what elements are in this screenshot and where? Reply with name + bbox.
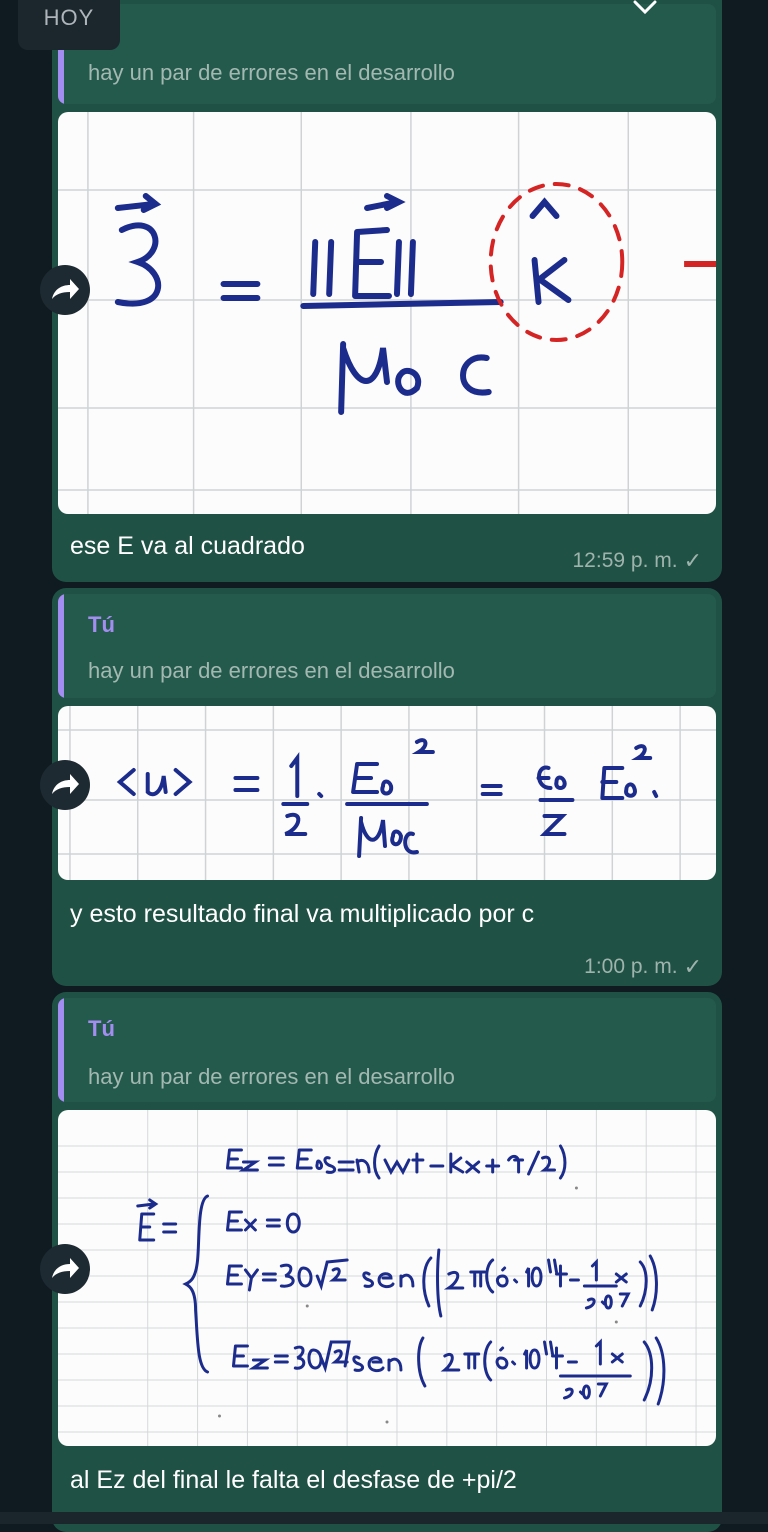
- quote-text: hay un par de errores en el desarrollo: [88, 1064, 455, 1089]
- quote-text: hay un par de errores en el desarrollo: [88, 658, 455, 683]
- forward-arrow-icon: [52, 774, 79, 794]
- quoted-reply[interactable]: hay un par de errores en el desarrollo: [58, 4, 716, 104]
- message-text: al Ez del final le falta el desfase de +…: [70, 1466, 517, 1494]
- photo-attachment[interactable]: [58, 706, 716, 880]
- date-chip: HOY: [18, 0, 120, 50]
- message-meta: 12:59 p. m. ✓: [573, 548, 703, 574]
- bottom-bar: [0, 1512, 768, 1524]
- forward-arrow-icon: [52, 279, 79, 299]
- photo-attachment[interactable]: [58, 1110, 716, 1446]
- handwritten-poynting-photo: [58, 112, 716, 514]
- quote-author: Tú: [88, 1016, 115, 1041]
- quoted-reply[interactable]: Tú hay un par de errores en el desarroll…: [58, 594, 716, 698]
- quote-accent-bar: [58, 594, 64, 698]
- quoted-reply[interactable]: Tú hay un par de errores en el desarroll…: [58, 998, 716, 1102]
- forward-button[interactable]: [40, 265, 90, 315]
- quote-text: hay un par de errores en el desarrollo: [88, 60, 455, 85]
- forward-arrow-icon: [52, 1258, 79, 1278]
- chevron-down-icon[interactable]: [630, 0, 660, 22]
- forward-button[interactable]: [40, 760, 90, 810]
- forward-button[interactable]: [40, 1244, 90, 1294]
- message-meta: 1:00 p. m. ✓: [584, 954, 702, 980]
- message-text: y esto resultado final va multiplicado p…: [70, 900, 535, 928]
- photo-attachment[interactable]: [58, 112, 716, 514]
- message-bubble[interactable]: hay un par de errores en el desarrollo e…: [40, 0, 722, 582]
- sent-check-icon: ✓: [683, 548, 702, 573]
- message-bubble[interactable]: Tú hay un par de errores en el desarroll…: [40, 588, 722, 986]
- message-text: ese E va al cuadrado: [70, 532, 305, 560]
- message-time: 12:59 p. m.: [572, 549, 678, 572]
- message-bubble[interactable]: Tú hay un par de errores en el desarroll…: [40, 992, 722, 1532]
- sent-check-icon: ✓: [683, 954, 702, 979]
- quote-accent-bar: [58, 998, 64, 1102]
- handwritten-electric-field-photo: [58, 1110, 716, 1446]
- message-time: 1:00 p. m.: [584, 955, 678, 978]
- handwritten-energy-density-photo: [58, 706, 716, 880]
- quote-author: Tú: [88, 612, 115, 637]
